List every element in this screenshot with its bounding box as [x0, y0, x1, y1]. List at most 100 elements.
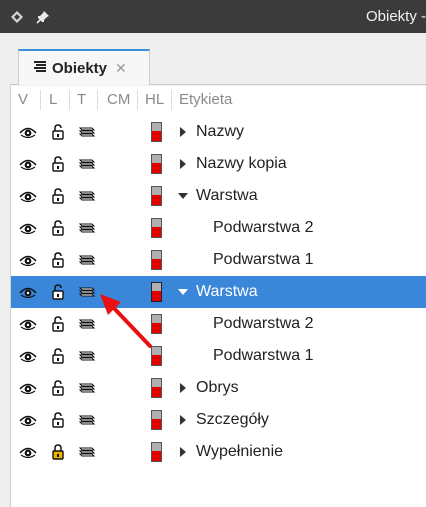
visibility-eye-icon[interactable]	[17, 436, 39, 468]
tree-row[interactable]: Szczegóły	[11, 404, 426, 436]
lock-open-icon[interactable]	[47, 340, 69, 372]
lock-open-icon[interactable]	[47, 404, 69, 436]
column-t[interactable]: T	[77, 91, 86, 108]
visibility-eye-icon[interactable]	[17, 244, 39, 276]
lock-open-icon[interactable]	[47, 244, 69, 276]
column-separator	[171, 90, 172, 110]
layer-type-icon[interactable]	[75, 276, 99, 308]
hl-cell	[145, 308, 167, 340]
close-tab-icon[interactable]: ✕	[115, 60, 127, 77]
layer-type-icon[interactable]	[75, 148, 99, 180]
chevron-down-icon[interactable]	[176, 276, 190, 308]
layer-type-icon[interactable]	[75, 116, 99, 148]
column-separator	[97, 90, 98, 110]
chevron-right-icon[interactable]	[176, 116, 190, 148]
tree-row[interactable]: Podwarstwa 2	[11, 212, 426, 244]
row-label: Warstwa	[196, 283, 258, 300]
visibility-eye-icon[interactable]	[17, 308, 39, 340]
chevron-right-icon[interactable]	[176, 148, 190, 180]
visibility-eye-icon[interactable]	[17, 372, 39, 404]
tab-objects[interactable]: Obiekty ✕	[18, 49, 150, 85]
hl-cell	[145, 340, 167, 372]
tree-row[interactable]: Wypełnienie	[11, 436, 426, 468]
hl-cell	[145, 180, 167, 212]
visibility-eye-icon[interactable]	[17, 340, 39, 372]
visibility-eye-icon[interactable]	[17, 212, 39, 244]
chevron-down-icon[interactable]	[176, 180, 190, 212]
window-menu-icon[interactable]	[8, 8, 26, 26]
highlight-indicator[interactable]	[150, 282, 162, 302]
chevron-right-icon[interactable]	[176, 404, 190, 436]
highlight-indicator[interactable]	[150, 442, 162, 462]
row-label: Szczegóły	[196, 411, 269, 428]
column-separator	[40, 90, 41, 110]
tree-row[interactable]: Warstwa	[11, 276, 426, 308]
row-label: Warstwa	[196, 187, 258, 204]
column-separator	[69, 90, 70, 110]
window-title: Obiekty -	[365, 8, 426, 25]
highlight-indicator[interactable]	[150, 154, 162, 174]
tree-row[interactable]: Nazwy	[11, 116, 426, 148]
tree-row[interactable]: Obrys	[11, 372, 426, 404]
pin-icon[interactable]	[34, 8, 52, 26]
row-label: Wypełnienie	[196, 443, 284, 460]
tree-row[interactable]: Nazwy kopia	[11, 148, 426, 180]
hl-cell	[145, 404, 167, 436]
hl-cell	[145, 212, 167, 244]
highlight-indicator[interactable]	[150, 186, 162, 206]
highlight-indicator[interactable]	[150, 122, 162, 142]
visibility-eye-icon[interactable]	[17, 116, 39, 148]
layer-type-icon[interactable]	[75, 436, 99, 468]
highlight-indicator[interactable]	[150, 314, 162, 334]
column-l[interactable]: L	[49, 91, 57, 108]
visibility-eye-icon[interactable]	[17, 180, 39, 212]
lock-open-icon[interactable]	[47, 180, 69, 212]
lock-open-icon[interactable]	[47, 212, 69, 244]
tree-row[interactable]: Podwarstwa 1	[11, 340, 426, 372]
layer-type-icon[interactable]	[75, 372, 99, 404]
column-label[interactable]: Etykieta	[179, 91, 232, 108]
layer-type-icon[interactable]	[75, 180, 99, 212]
tab-label: Obiekty	[52, 59, 108, 77]
visibility-eye-icon[interactable]	[17, 276, 39, 308]
tree-row[interactable]: Podwarstwa 1	[11, 244, 426, 276]
lock-open-icon[interactable]	[47, 372, 69, 404]
tree-row[interactable]: Podwarstwa 2	[11, 308, 426, 340]
row-label: Podwarstwa 1	[213, 251, 314, 268]
highlight-indicator[interactable]	[150, 250, 162, 270]
row-label: Nazwy kopia	[196, 155, 287, 172]
lock-open-icon[interactable]	[47, 276, 69, 308]
row-label: Nazwy	[196, 123, 245, 140]
layer-type-icon[interactable]	[75, 340, 99, 372]
tab-bar: Obiekty ✕	[10, 49, 426, 85]
visibility-eye-icon[interactable]	[17, 148, 39, 180]
highlight-indicator[interactable]	[150, 346, 162, 366]
title-bar: Obiekty -	[0, 0, 426, 33]
hl-cell	[145, 116, 167, 148]
column-header: V L T CM HL Etykieta	[11, 86, 426, 114]
layer-type-icon[interactable]	[75, 308, 99, 340]
column-hl[interactable]: HL	[145, 91, 164, 108]
lock-open-icon[interactable]	[47, 308, 69, 340]
highlight-indicator[interactable]	[150, 410, 162, 430]
lock-open-icon[interactable]	[47, 148, 69, 180]
row-label: Obrys	[196, 379, 239, 396]
hl-cell	[145, 244, 167, 276]
objects-tab-icon	[32, 59, 48, 77]
lock-open-icon[interactable]	[47, 116, 69, 148]
layer-type-icon[interactable]	[75, 404, 99, 436]
visibility-eye-icon[interactable]	[17, 404, 39, 436]
row-label: Podwarstwa 2	[213, 219, 314, 236]
chevron-right-icon[interactable]	[176, 436, 190, 468]
objects-tree: V L T CM HL Etykieta Nazwy Nazwy kopia War…	[10, 86, 426, 507]
chevron-right-icon[interactable]	[176, 372, 190, 404]
highlight-indicator[interactable]	[150, 378, 162, 398]
layer-type-icon[interactable]	[75, 212, 99, 244]
lock-closed-icon[interactable]	[47, 436, 69, 468]
tree-row[interactable]: Warstwa	[11, 180, 426, 212]
highlight-indicator[interactable]	[150, 218, 162, 238]
column-separator	[137, 90, 138, 110]
layer-type-icon[interactable]	[75, 244, 99, 276]
column-v[interactable]: V	[18, 91, 28, 108]
column-cm[interactable]: CM	[107, 91, 130, 108]
